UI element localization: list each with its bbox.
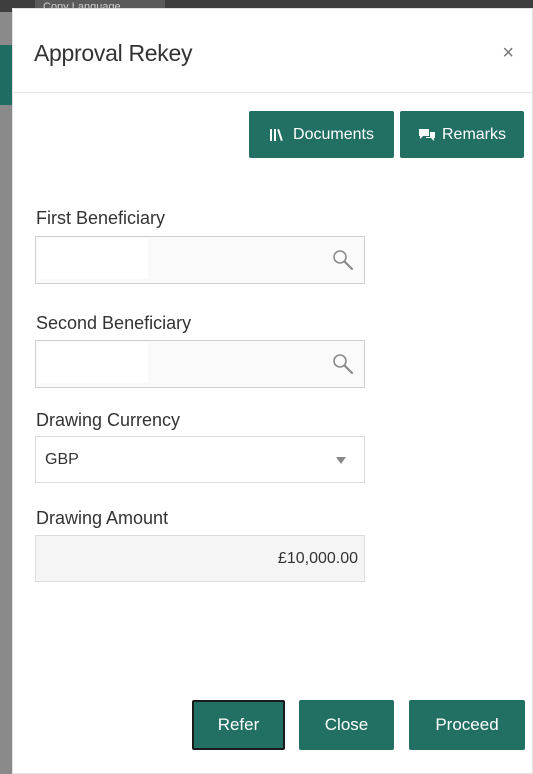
drawing-currency-select[interactable]: GBP — [35, 436, 365, 483]
remarks-label: Remarks — [441, 125, 506, 143]
close-button[interactable]: Close — [299, 700, 394, 750]
close-icon[interactable]: × — [502, 43, 514, 63]
proceed-button[interactable]: Proceed — [409, 700, 525, 750]
first-beneficiary-input[interactable] — [38, 239, 148, 279]
dialog-header: Approval Rekey × — [13, 9, 532, 93]
drawing-amount-field[interactable]: £10,000.00 — [35, 535, 365, 582]
drawing-amount-value: £10,000.00 — [277, 550, 358, 567]
search-icon[interactable] — [332, 353, 354, 380]
remarks-button[interactable]: Remarks — [400, 111, 524, 158]
first-beneficiary-field[interactable] — [35, 236, 365, 284]
drawing-currency-label: Drawing Currency — [36, 410, 181, 430]
second-beneficiary-field[interactable] — [35, 340, 365, 388]
dialog-title: Approval Rekey — [34, 40, 193, 66]
second-beneficiary-label: Second Beneficiary — [36, 313, 192, 333]
library-books-icon — [269, 128, 287, 142]
chat-bubbles-icon — [418, 128, 436, 142]
caret-down-icon — [336, 457, 346, 464]
first-beneficiary-label: First Beneficiary — [36, 208, 166, 228]
second-beneficiary-input[interactable] — [38, 343, 148, 383]
approval-rekey-dialog: Approval Rekey × Documents Remarks First… — [12, 8, 533, 774]
documents-button[interactable]: Documents — [249, 111, 394, 158]
search-icon[interactable] — [332, 249, 354, 276]
drawing-amount-label: Drawing Amount — [36, 508, 169, 528]
drawing-currency-value: GBP — [45, 451, 79, 468]
refer-button[interactable]: Refer — [192, 700, 285, 750]
background-accent-strip — [0, 45, 12, 105]
documents-label: Documents — [293, 125, 374, 143]
